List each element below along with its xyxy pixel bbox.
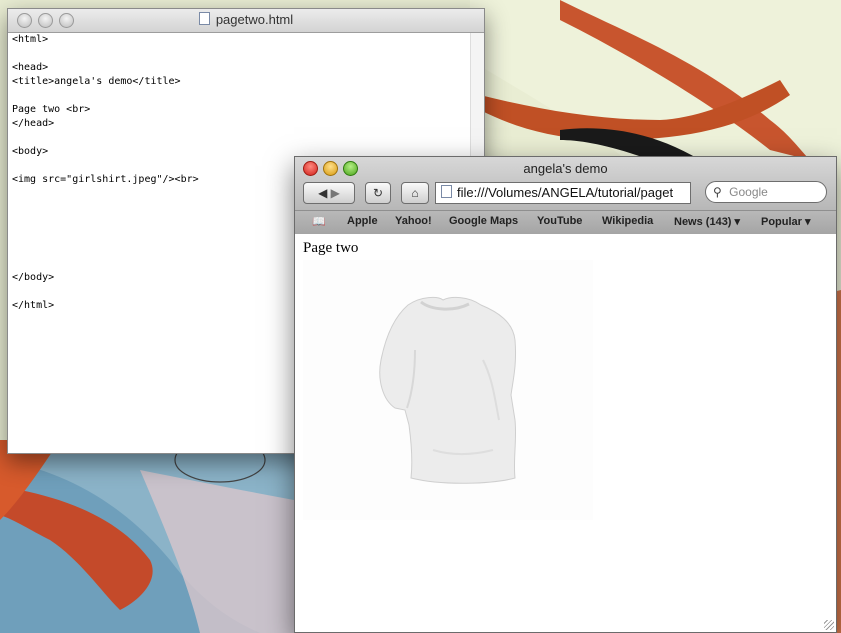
dropdown-arrow-icon: ▾ — [805, 216, 811, 228]
forward-arrow-icon[interactable]: ▶ — [331, 186, 340, 200]
bookmark-news[interactable]: News (143) ▾ — [674, 215, 740, 228]
code-line: <title>angela's demo</title> — [12, 76, 181, 87]
bookmark-yahoo[interactable]: Yahoo! — [395, 215, 432, 227]
bookmark-youtube[interactable]: YouTube — [537, 215, 582, 227]
code-line: <html> — [12, 34, 49, 45]
browser-title: angela's demo — [523, 161, 608, 176]
page-text: Page two — [303, 240, 359, 256]
browser-toolbar: angela's demo ◀ ▶ ↻ ⌂ file:///Volumes/AN… — [295, 157, 836, 234]
browser-window: angela's demo ◀ ▶ ↻ ⌂ file:///Volumes/AN… — [294, 156, 837, 633]
editor-title: pagetwo.html — [8, 12, 484, 27]
bookmark-popular[interactable]: Popular ▾ — [761, 215, 811, 228]
editor-titlebar[interactable]: pagetwo.html — [8, 9, 484, 33]
page-content: Page two — [295, 234, 836, 632]
page-icon — [441, 185, 452, 198]
home-button[interactable]: ⌂ — [401, 182, 429, 204]
reload-icon: ↻ — [372, 186, 384, 200]
dropdown-arrow-icon: ▾ — [734, 216, 741, 228]
bookmarks-bar: 📖 Apple Yahoo! Google Maps YouTube Wikip… — [295, 210, 836, 234]
reload-button[interactable]: ↻ — [365, 182, 391, 204]
back-forward-buttons[interactable]: ◀ ▶ — [303, 182, 355, 204]
code-line: Page two <br> — [12, 104, 91, 115]
bookmark-wikipedia[interactable]: Wikipedia — [602, 215, 653, 227]
bookmark-google-maps[interactable]: Google Maps — [449, 215, 518, 227]
resize-handle[interactable] — [824, 620, 834, 630]
search-icon: ⚲ — [713, 185, 722, 199]
tshirt-image — [303, 260, 593, 520]
bookmark-apple[interactable]: Apple — [347, 215, 378, 227]
code-line: <head> — [12, 62, 49, 73]
code-line: </head> — [12, 118, 55, 129]
back-arrow-icon[interactable]: ◀ — [318, 186, 327, 200]
bookmarks-book-icon[interactable]: 📖 — [312, 215, 326, 228]
address-bar[interactable]: file:///Volumes/ANGELA/tutorial/paget — [435, 182, 691, 204]
document-icon — [198, 12, 210, 25]
home-icon: ⌂ — [411, 186, 419, 200]
search-field[interactable]: ⚲ Google — [705, 181, 827, 203]
